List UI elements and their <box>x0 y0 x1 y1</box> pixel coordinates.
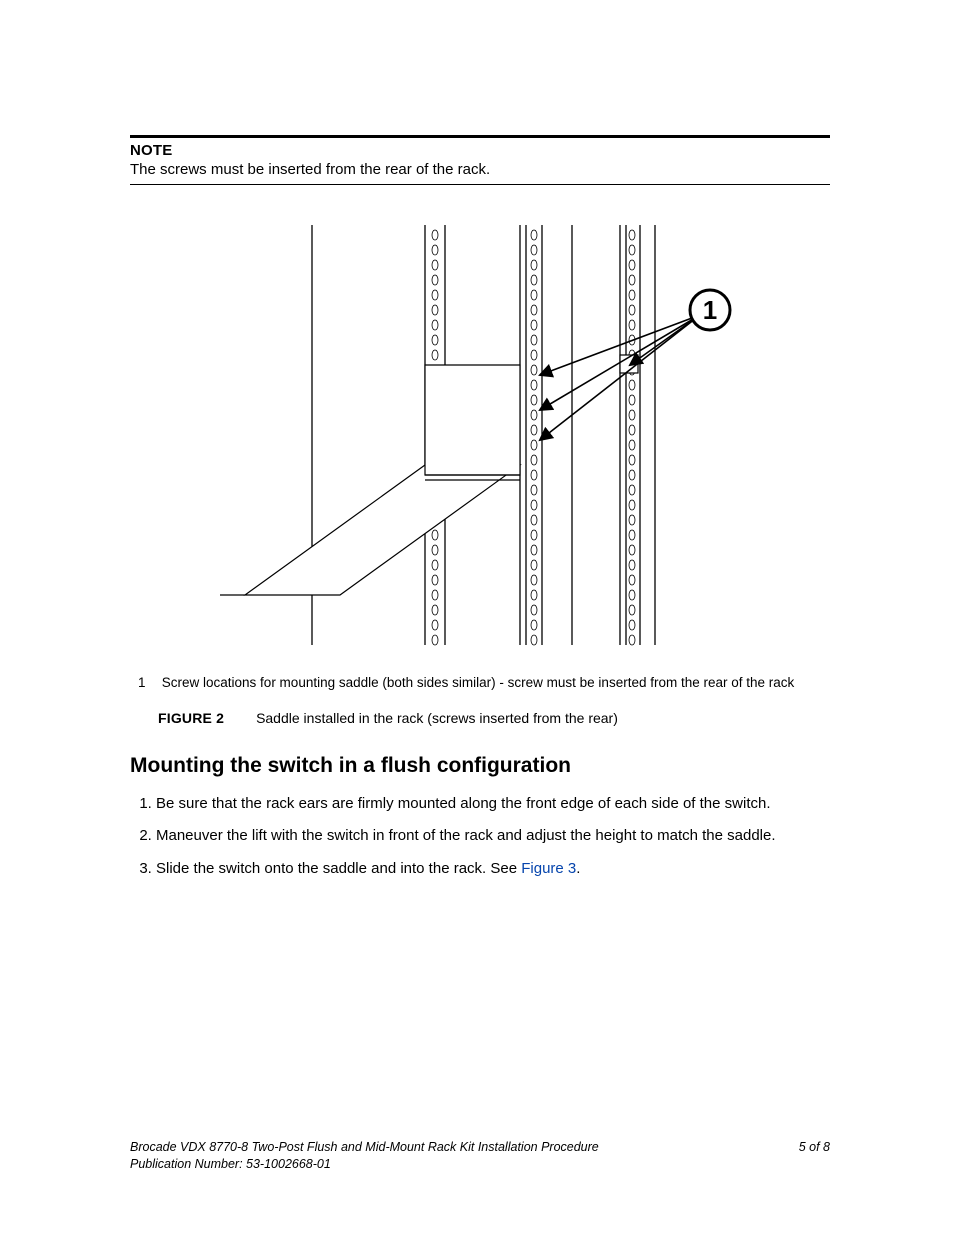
figure-label: FIGURE 2 <box>158 710 252 726</box>
note-rule-bottom <box>130 184 830 185</box>
footer-page-number: 5 of 8 <box>799 1139 830 1156</box>
callout-1-icon: 1 <box>690 290 730 330</box>
figure-legend-text: Screw locations for mounting saddle (bot… <box>162 675 795 690</box>
figure-caption: FIGURE 2 Saddle installed in the rack (s… <box>130 710 830 726</box>
step-1: Be sure that the rack ears are firmly mo… <box>156 794 830 814</box>
step-3-text: Slide the switch onto the saddle and int… <box>156 860 521 877</box>
footer-title: Brocade VDX 8770-8 Two-Post Flush and Mi… <box>130 1139 830 1156</box>
figure-2-illustration: 1 <box>130 215 830 659</box>
figure-callout-number: 1 <box>703 295 717 325</box>
section-heading: Mounting the switch in a flush configura… <box>130 754 830 778</box>
page-footer: 5 of 8 Brocade VDX 8770-8 Two-Post Flush… <box>130 1139 830 1173</box>
step-3: Slide the switch onto the saddle and int… <box>156 859 830 879</box>
note-rule-top <box>130 135 830 138</box>
figure-caption-text: Saddle installed in the rack (screws ins… <box>256 710 618 726</box>
step-2: Maneuver the lift with the switch in fro… <box>156 826 830 846</box>
note-label: NOTE <box>130 142 830 159</box>
footer-publication: Publication Number: 53-1002668-01 <box>130 1156 830 1173</box>
steps-list: Be sure that the rack ears are firmly mo… <box>130 794 830 879</box>
figure-3-link[interactable]: Figure 3 <box>521 860 576 877</box>
figure-legend: 1 Screw locations for mounting saddle (b… <box>130 675 830 690</box>
note-body: The screws must be inserted from the rea… <box>130 161 830 178</box>
figure-legend-number: 1 <box>138 675 158 690</box>
step-3-suffix: . <box>576 860 580 877</box>
